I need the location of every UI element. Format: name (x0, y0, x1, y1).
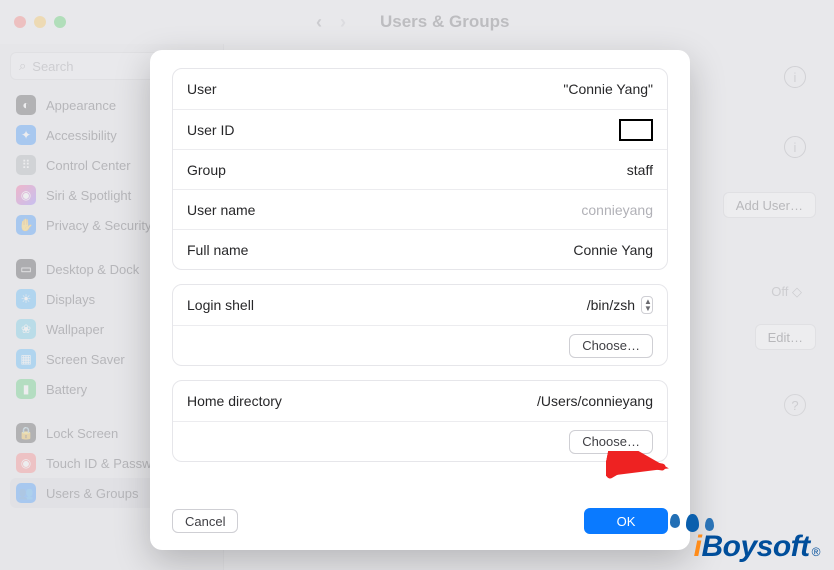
sidebar-icon: ☀ (16, 289, 36, 309)
group-value: staff (627, 162, 653, 178)
cancel-button[interactable]: Cancel (172, 509, 238, 533)
zoom-icon[interactable] (54, 16, 66, 28)
page-title: Users & Groups (380, 12, 509, 32)
sidebar-icon: 👥 (16, 483, 36, 503)
sidebar-icon: ◉ (16, 185, 36, 205)
user-id-field[interactable] (619, 119, 653, 141)
home-directory-panel: Home directory /Users/connieyang Choose… (172, 380, 668, 462)
group-label: Group (187, 162, 226, 178)
sidebar-item-label: Control Center (46, 158, 131, 173)
add-user-button[interactable]: Add User… (723, 192, 816, 218)
sidebar-icon: ▦ (16, 349, 36, 369)
login-shell-select[interactable]: /bin/zsh ▲▼ (587, 296, 653, 314)
chevron-up-down-icon: ▲▼ (641, 296, 653, 314)
login-shell-label: Login shell (187, 297, 254, 313)
watermark: iBoysoft® (694, 530, 820, 564)
user-id-label: User ID (187, 122, 234, 138)
help-icon[interactable]: ? (784, 394, 806, 416)
sidebar-item-label: Desktop & Dock (46, 262, 139, 277)
sidebar-item-label: Wallpaper (46, 322, 104, 337)
choose-home-directory-button[interactable]: Choose… (569, 430, 653, 454)
full-name-value[interactable]: Connie Yang (573, 242, 653, 258)
info-icon[interactable]: i (784, 136, 806, 158)
annotation-arrow-icon (606, 451, 670, 485)
ok-button[interactable]: OK (584, 508, 668, 534)
sidebar-item-label: Siri & Spotlight (46, 188, 131, 203)
sidebar-icon: ✋ (16, 215, 36, 235)
full-name-label: Full name (187, 242, 248, 258)
user-value: "Connie Yang" (563, 81, 653, 97)
user-name-label: User name (187, 202, 255, 218)
user-label: User (187, 81, 217, 97)
login-shell-panel: Login shell /bin/zsh ▲▼ Choose… (172, 284, 668, 366)
minimize-icon[interactable] (34, 16, 46, 28)
edit-button[interactable]: Edit… (755, 324, 816, 350)
off-indicator: Off ◇ (771, 284, 802, 300)
info-icon[interactable]: i (784, 66, 806, 88)
sidebar-icon: ▭ (16, 259, 36, 279)
sidebar-item-label: Privacy & Security (46, 218, 151, 233)
sidebar-item-label: Appearance (46, 98, 116, 113)
close-icon[interactable] (14, 16, 26, 28)
user-info-panel: User "Connie Yang" User ID Group staff U… (172, 68, 668, 270)
forward-button[interactable]: › (340, 12, 346, 33)
sidebar-item-label: Displays (46, 292, 95, 307)
choose-shell-button[interactable]: Choose… (569, 334, 653, 358)
home-directory-label: Home directory (187, 393, 282, 409)
sidebar-item-label: Accessibility (46, 128, 117, 143)
sidebar-icon: ⠿ (16, 155, 36, 175)
sidebar-icon: 🔒 (16, 423, 36, 443)
titlebar: ‹ › Users & Groups (0, 0, 834, 44)
back-button[interactable]: ‹ (316, 12, 322, 33)
home-directory-value: /Users/connieyang (537, 393, 653, 409)
sidebar-item-label: Users & Groups (46, 486, 138, 501)
sidebar-item-label: Lock Screen (46, 426, 118, 441)
traffic-lights (14, 16, 66, 28)
sidebar-icon: ◉ (16, 453, 36, 473)
sidebar-icon: ❀ (16, 319, 36, 339)
sidebar-item-label: Screen Saver (46, 352, 125, 367)
sidebar-icon: ✦ (16, 125, 36, 145)
user-name-value: connieyang (581, 202, 653, 218)
sidebar-icon: ▮ (16, 379, 36, 399)
sidebar-icon: ◐ (16, 95, 36, 115)
search-icon: ⌕ (19, 58, 26, 74)
search-placeholder: Search (32, 59, 73, 74)
sidebar-item-label: Battery (46, 382, 87, 397)
